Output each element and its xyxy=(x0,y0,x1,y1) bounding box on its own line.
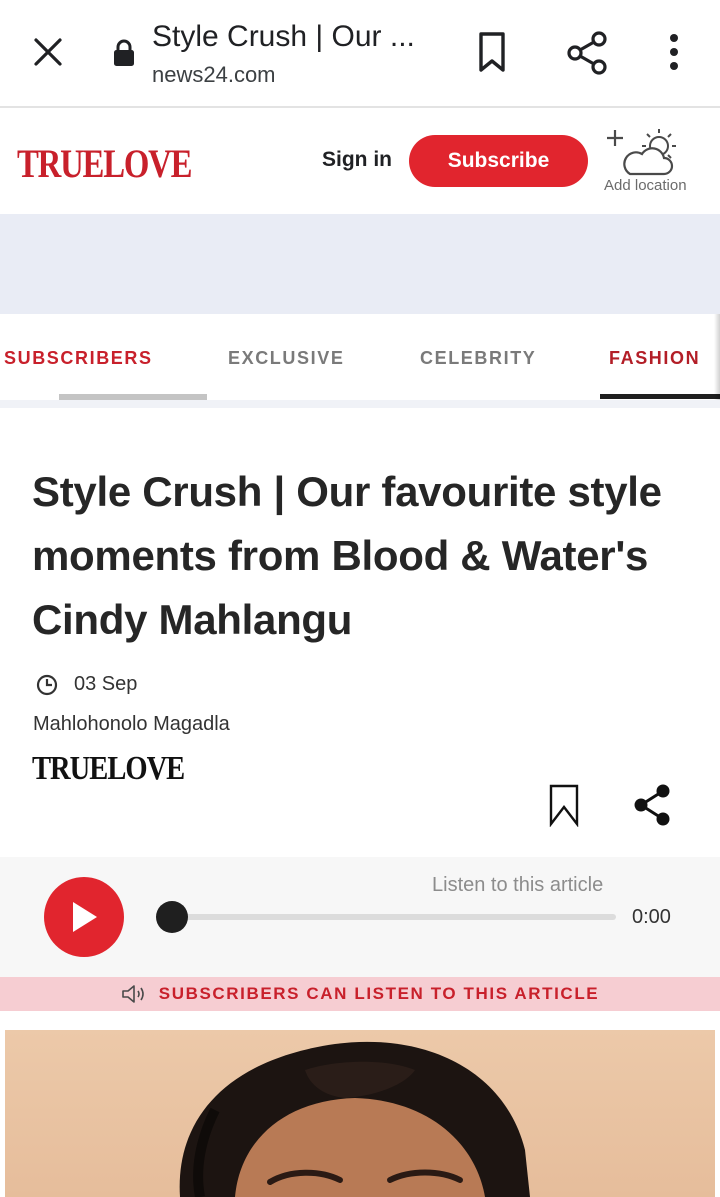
article-date: 03 Sep xyxy=(74,673,138,695)
browser-toolbar: Style Crush | Our ... news24.com xyxy=(0,0,720,108)
subscriber-notice-text: SUBSCRIBERS CAN LISTEN TO THIS ARTICLE xyxy=(158,984,600,1003)
sign-in-link[interactable]: Sign in xyxy=(322,148,392,172)
share-article-icon[interactable] xyxy=(632,783,672,827)
subscriber-notice: SUBSCRIBERS CAN LISTEN TO THIS ARTICLE xyxy=(0,977,720,1011)
add-location-weather-icon[interactable] xyxy=(602,124,686,184)
close-icon[interactable] xyxy=(28,32,68,72)
site-header: TRUELOVE Sign in Subscribe Add location xyxy=(0,110,720,214)
clock-icon xyxy=(36,674,58,696)
url-domain[interactable]: news24.com xyxy=(152,62,276,88)
portrait-illustration xyxy=(179,1041,531,1197)
audio-progress-knob[interactable] xyxy=(156,901,188,933)
play-button[interactable] xyxy=(44,877,124,957)
ad-placeholder xyxy=(0,214,720,314)
source-logo: TRUELOVE xyxy=(32,750,185,787)
subscribe-button[interactable]: Subscribe xyxy=(409,135,588,187)
play-icon xyxy=(73,902,97,932)
tab-subscribers[interactable]: SUBSCRIBERS xyxy=(4,348,153,369)
audio-progress-track[interactable] xyxy=(170,914,616,920)
bookmark-article-icon[interactable] xyxy=(548,783,580,827)
more-vert-icon[interactable] xyxy=(660,32,688,72)
lock-icon xyxy=(114,39,134,66)
page-title[interactable]: Style Crush | Our ... xyxy=(152,20,415,54)
article-author[interactable]: Mahlohonolo Magadla xyxy=(33,713,230,736)
audio-player: Listen to this article 0:00 xyxy=(0,857,720,977)
bookmark-icon[interactable] xyxy=(472,30,512,74)
speaker-icon xyxy=(121,985,144,1003)
site-logo[interactable]: TRUELOVE xyxy=(17,140,192,187)
audio-time: 0:00 xyxy=(632,906,671,928)
active-tab-indicator xyxy=(600,394,720,399)
tabs-fade-edge xyxy=(714,314,720,400)
add-location-label[interactable]: Add location xyxy=(604,177,687,194)
tab-celebrity[interactable]: CELEBRITY xyxy=(420,348,536,369)
article-headline: Style Crush | Our favourite style moment… xyxy=(32,468,662,643)
share-icon[interactable] xyxy=(566,30,610,76)
category-tabs: SUBSCRIBERS EXCLUSIVE CELEBRITY FASHION xyxy=(0,314,720,408)
tabs-scrollbar[interactable] xyxy=(59,394,207,400)
article-hero-image[interactable] xyxy=(5,1030,715,1197)
tab-fashion[interactable]: FASHION xyxy=(609,348,700,369)
tab-exclusive[interactable]: EXCLUSIVE xyxy=(228,348,344,369)
listen-label: Listen to this article xyxy=(432,874,604,896)
